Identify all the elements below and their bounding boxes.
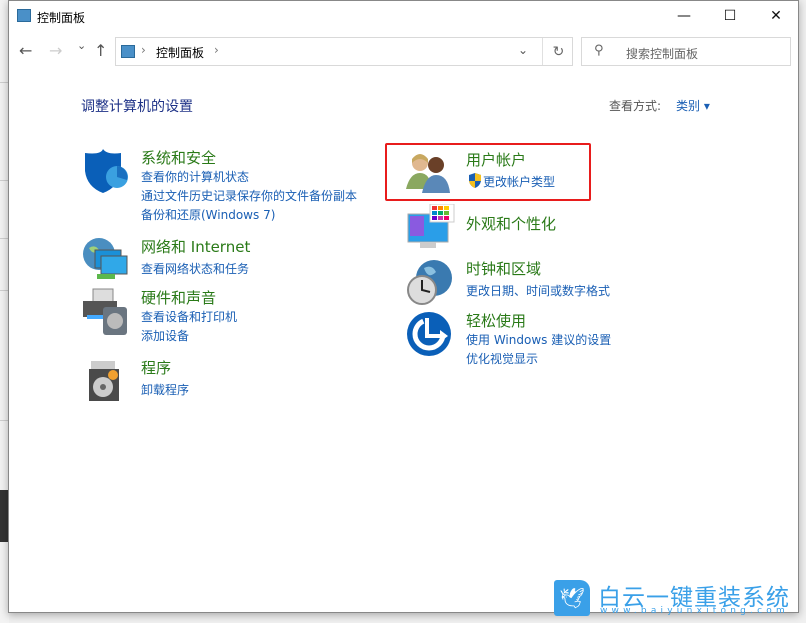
printer-speaker-icon [81, 287, 131, 337]
window-title: 控制面板 [37, 9, 85, 26]
users-icon [406, 149, 456, 199]
programs-box-icon [81, 357, 131, 407]
search-placeholder: 搜索控制面板 [626, 45, 698, 62]
category-title[interactable]: 系统和安全 [141, 147, 216, 168]
category-link[interactable]: 卸载程序 [141, 381, 189, 398]
address-dropdown-button[interactable]: ⌄ [518, 43, 528, 57]
category-title[interactable]: 用户帐户 [466, 149, 526, 170]
search-icon: ⚲ [594, 43, 604, 58]
category-link[interactable]: 更改帐户类型 [483, 173, 555, 190]
address-bar[interactable]: › 控制面板 › ⌄ ↻ [115, 37, 573, 66]
category-title[interactable]: 程序 [141, 357, 171, 378]
up-button[interactable]: ↑ [94, 41, 107, 71]
category-title[interactable]: 时钟和区域 [466, 258, 541, 279]
view-by-label: 查看方式: [609, 97, 661, 114]
clock-globe-icon [406, 258, 456, 308]
category-link[interactable]: 查看你的计算机状态 [141, 168, 249, 185]
category-link[interactable]: 优化视觉显示 [466, 350, 538, 367]
search-input[interactable]: ⚲ 搜索控制面板 [581, 37, 791, 66]
title-bar: 控制面板 — ☐ ✕ [9, 1, 798, 33]
bird-icon: 🕊 [554, 580, 590, 616]
control-panel-icon [121, 45, 135, 58]
maximize-button[interactable]: ☐ [707, 1, 753, 31]
category-link[interactable]: 通过文件历史记录保存你的文件备份副本 [141, 187, 357, 204]
breadcrumb-control-panel[interactable]: 控制面板 [156, 44, 204, 61]
breadcrumb-separator[interactable]: › [141, 43, 146, 57]
recent-locations-button[interactable]: ⌄ [77, 39, 86, 69]
category-link[interactable]: 添加设备 [141, 327, 189, 344]
shield-icon [81, 147, 131, 197]
network-globe-icon [81, 236, 131, 286]
close-button[interactable]: ✕ [753, 1, 799, 31]
category-title[interactable]: 硬件和声音 [141, 287, 216, 308]
category-title[interactable]: 轻松使用 [466, 310, 526, 331]
minimize-button[interactable]: — [661, 1, 707, 31]
category-link[interactable]: 备份和还原(Windows 7) [141, 206, 275, 223]
category-link[interactable]: 查看设备和打印机 [141, 308, 237, 325]
watermark-url: www.baiyunxitong.com [600, 606, 789, 616]
control-panel-icon [17, 9, 31, 22]
uac-shield-icon [468, 173, 482, 188]
category-link[interactable]: 更改日期、时间或数字格式 [466, 282, 610, 299]
back-button[interactable]: ← [19, 41, 32, 71]
category-title[interactable]: 外观和个性化 [466, 213, 556, 234]
monitor-palette-icon [406, 204, 456, 254]
category-title[interactable]: 网络和 Internet [141, 236, 250, 257]
forward-button[interactable]: → [49, 41, 62, 71]
category-link[interactable]: 使用 Windows 建议的设置 [466, 331, 611, 348]
category-link[interactable]: 查看网络状态和任务 [141, 260, 249, 277]
control-panel-window: 控制面板 — ☐ ✕ ← → ⌄ ↑ › 控制面板 › ⌄ ↻ ⚲ 搜索控制面板… [8, 0, 799, 613]
refresh-button[interactable]: ↻ [542, 38, 574, 65]
page-heading: 调整计算机的设置 [81, 96, 193, 116]
ease-of-access-icon [406, 310, 456, 360]
view-by-dropdown[interactable]: 类别 ▾ [676, 97, 710, 114]
watermark-logo: 🕊 白云一键重装系统 www.baiyunxitong.com [554, 580, 798, 620]
breadcrumb-separator[interactable]: › [214, 43, 219, 57]
